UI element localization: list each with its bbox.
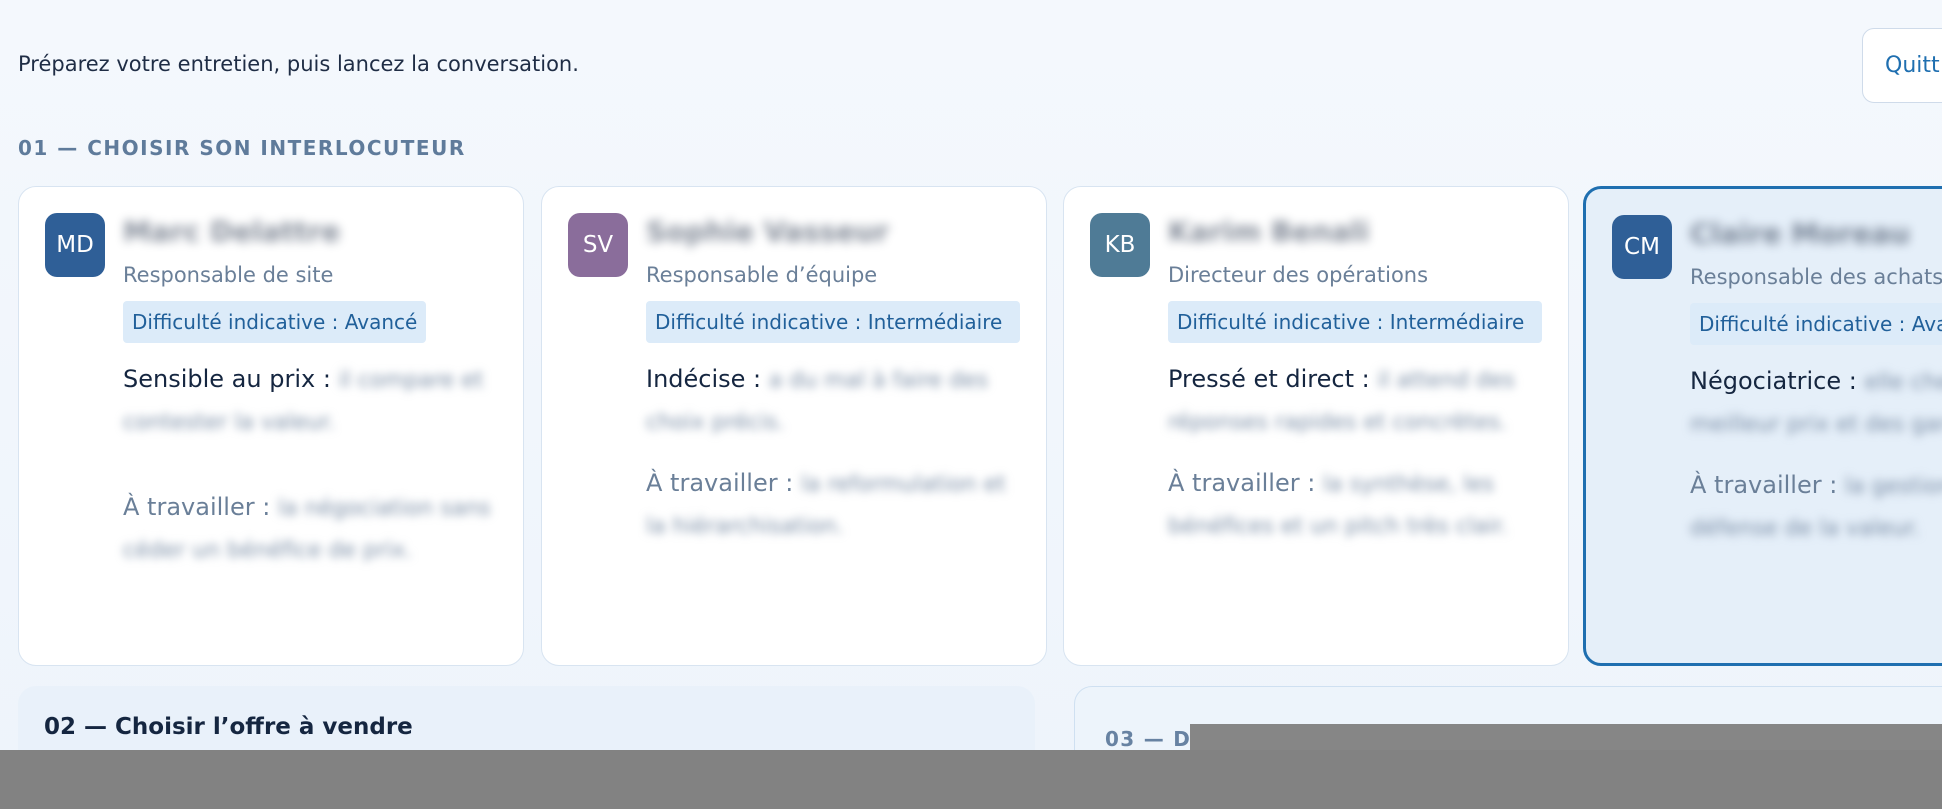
- page: Préparez votre entretien, puis lancez la…: [0, 0, 1942, 809]
- persona-role: Responsable d’équipe: [646, 263, 878, 287]
- difficulty-badge: Difficulté indicative : Avancé: [1690, 303, 1942, 345]
- persona-card[interactable]: SV Sophie Vasseur Responsable d’équipe D…: [541, 186, 1047, 666]
- trait-label: Pressé et direct :: [1168, 365, 1370, 393]
- persona-trait: Négociatrice : elle cherche à obtenir le…: [1690, 361, 1942, 445]
- intro-text: Préparez votre entretien, puis lancez la…: [18, 52, 579, 76]
- section-title-offer: 02 — Choisir l’offre à vendre: [44, 714, 413, 740]
- persona-card[interactable]: KB Karim Benali Directeur des opérations…: [1063, 186, 1569, 666]
- persona-card-body: Marc Delattre Responsable de site Diffic…: [123, 215, 497, 571]
- persona-name: Sophie Vasseur: [646, 215, 889, 248]
- difficulty-badge: Difficulté indicative : Avancé: [123, 301, 427, 343]
- work-label: À travailler :: [1690, 471, 1838, 499]
- persona-role: Responsable de site: [123, 263, 334, 287]
- work-label: À travailler :: [1168, 469, 1316, 497]
- persona-name: Karim Benali: [1168, 215, 1370, 248]
- persona-role: Directeur des opérations: [1168, 263, 1429, 287]
- persona-card-body: Sophie Vasseur Responsable d’équipe Diff…: [646, 215, 1020, 547]
- avatar: KB: [1090, 213, 1150, 277]
- persona-trait: Indécise : a du mal à faire des choix pr…: [646, 359, 1020, 443]
- persona-trait: Sensible au prix : il compare et contest…: [123, 359, 497, 443]
- section-title-interlocutor: 01 — CHOISIR SON INTERLOCUTEUR: [18, 136, 466, 160]
- quit-button[interactable]: Quitt: [1862, 28, 1942, 103]
- difficulty-badge: Difficulté indicative : Intermédiaire: [646, 301, 1020, 343]
- persona-card[interactable]: MD Marc Delattre Responsable de site Dif…: [18, 186, 524, 666]
- persona-work-point: À travailler : la reformulation et la hi…: [646, 463, 1020, 547]
- persona-card-body: Claire Moreau Responsable des achats Dif…: [1690, 217, 1942, 549]
- trait-label: Sensible au prix :: [123, 365, 331, 393]
- persona-work-point: À travailler : la synthèse, les bénéfice…: [1168, 463, 1542, 547]
- persona-card-selected[interactable]: CM Claire Moreau Responsable des achats …: [1583, 186, 1942, 666]
- trait-label: Indécise :: [646, 365, 762, 393]
- avatar: CM: [1612, 215, 1672, 279]
- work-label: À travailler :: [646, 469, 794, 497]
- persona-role: Responsable des achats: [1690, 265, 1942, 289]
- persona-card-body: Karim Benali Directeur des opérations Di…: [1168, 215, 1542, 547]
- difficulty-badge: Difficulté indicative : Intermédiaire: [1168, 301, 1542, 343]
- trait-label: Négociatrice :: [1690, 367, 1857, 395]
- avatar: SV: [568, 213, 628, 277]
- persona-name: Marc Delattre: [123, 215, 341, 248]
- avatar: MD: [45, 213, 105, 277]
- persona-trait: Pressé et direct : il attend des réponse…: [1168, 359, 1542, 443]
- work-label: À travailler :: [123, 493, 271, 521]
- grey-overlay-bottom: [0, 750, 1942, 809]
- persona-work-point: À travailler : la négociation sans céder…: [123, 487, 497, 571]
- persona-name: Claire Moreau: [1690, 217, 1910, 250]
- persona-work-point: À travailler : la gestion des objections…: [1690, 465, 1942, 549]
